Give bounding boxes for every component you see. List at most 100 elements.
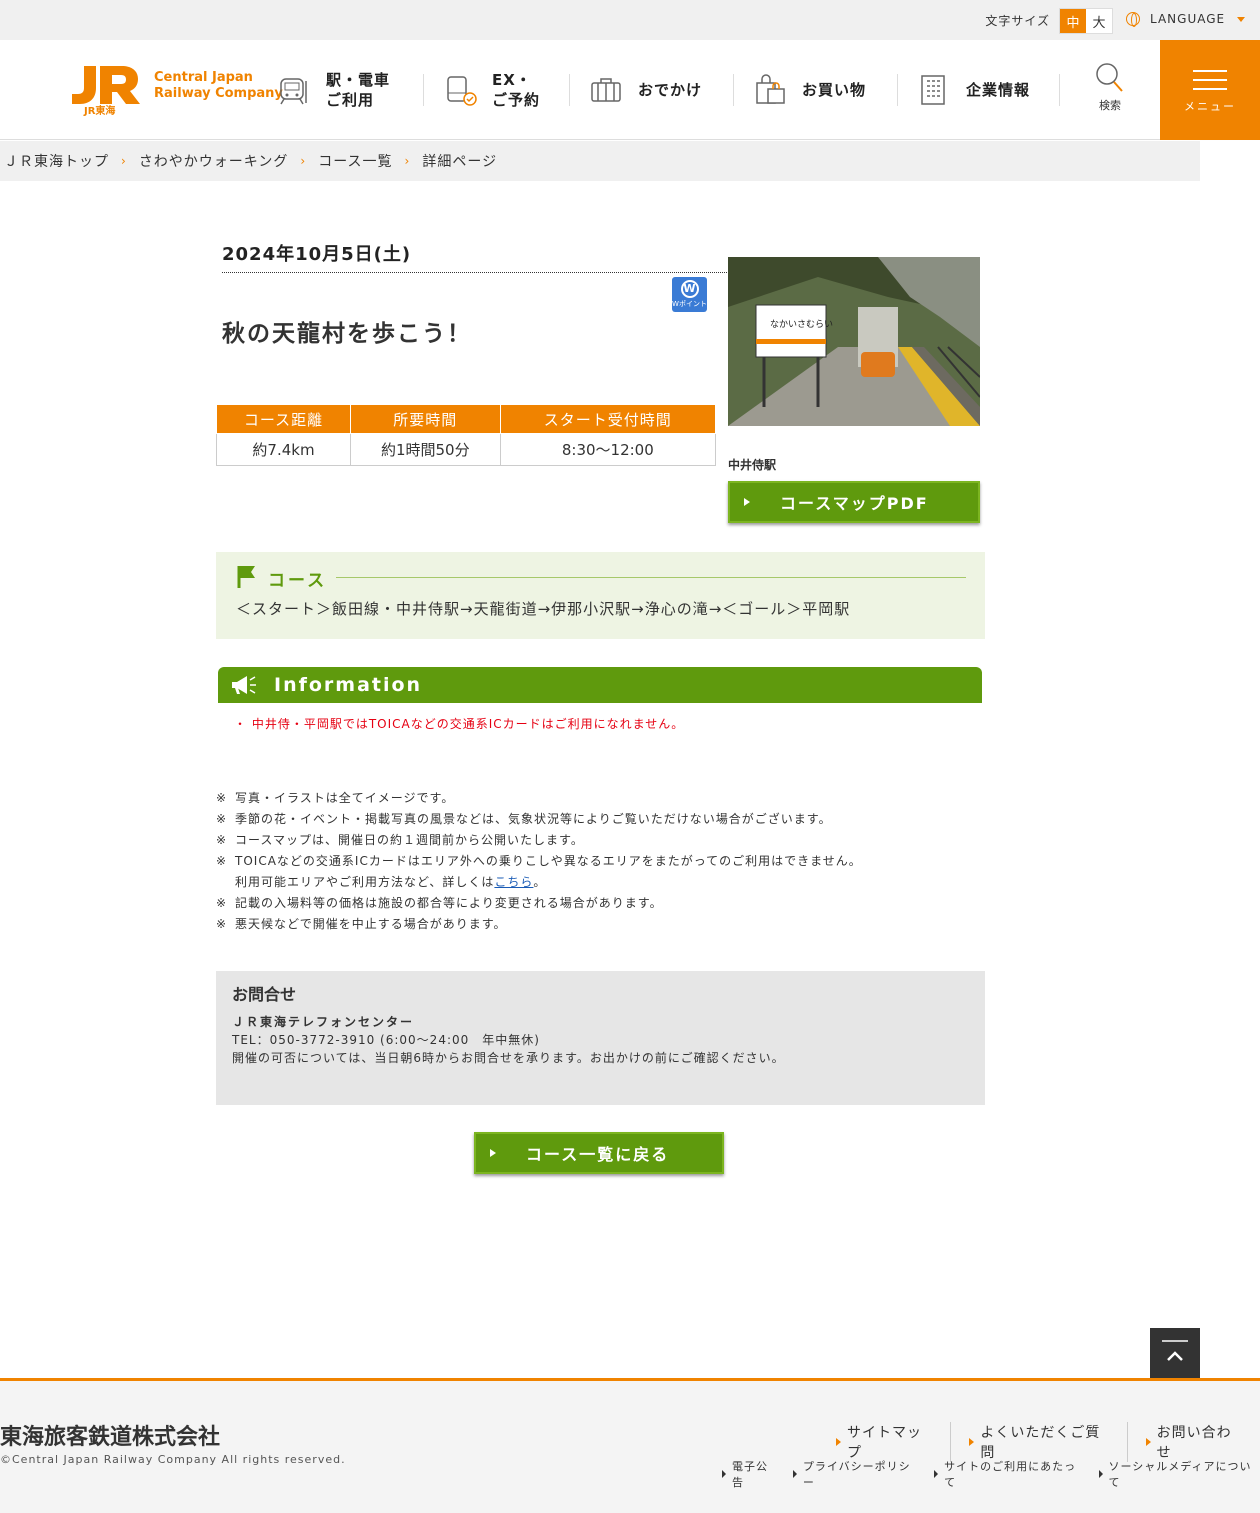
search-button[interactable]: 検索 [1086,62,1134,113]
language-selector[interactable]: LANGUAGE [1126,12,1246,27]
shopping-bag-icon [756,74,785,104]
back-button-label: コース一覧に戻る [526,1145,670,1164]
triangle-right-icon [1145,1438,1151,1446]
table-header: 所要時間 [349,404,501,434]
copyright: ©Central Japan Railway Company All right… [0,1453,346,1466]
svg-text:なかいさむらい: なかいさむらい [770,319,833,330]
footer-link-privacy[interactable]: プライバシーポリシー [792,1458,920,1490]
list-item: ※ コースマップは、開催日の約１週間前から公開いたします。 [216,833,584,847]
course-map-pdf-button[interactable]: コースマップPDF [728,481,980,523]
train-icon [280,78,307,105]
list-item: ※ 写真・イラストは全てイメージです。 [216,791,455,805]
nav-station-train[interactable]: 駅・電車 ご利用 [278,40,390,140]
toica-details-link[interactable]: こちら [494,875,533,889]
nav-divider [569,74,570,106]
nav-label: EX・ ご予約 [492,71,541,109]
chevron-right-icon: › [300,154,307,168]
triangle-right-icon [836,1438,841,1446]
chevron-right-icon: › [404,154,411,168]
footer-sub-links: 電子公告 プライバシーポリシー サイトのご利用にあたって ソーシャルメディアにつ… [722,1458,1260,1490]
triangle-right-icon [934,1470,939,1478]
ticket-check-icon [447,76,477,106]
contact-heading: お問合せ [232,985,297,1004]
triangle-right-icon [792,1470,797,1478]
table-cell: 約1時間50分 [349,433,501,466]
breadcrumb-current: 詳細ページ [422,154,498,170]
triangle-right-icon [722,1470,726,1478]
divider [336,577,966,578]
footer-link-public-notice[interactable]: 電子公告 [722,1458,779,1490]
search-label: 検索 [1099,99,1121,112]
search-icon [1096,63,1123,92]
footer-main-links: サイトマップ よくいただくご質問 お問い合わせ [836,1422,1260,1462]
menu-label: メニュー [1184,100,1236,113]
language-label: LANGUAGE [1150,12,1226,26]
table-cell: 約7.4km [216,433,351,466]
list-item: ※ 悪天候などで開催を中止する場合があります。 [216,917,507,931]
nav-corporate[interactable]: 企業情報 [918,40,1030,140]
megaphone-icon [232,676,256,694]
footer-link-terms[interactable]: サイトのご利用にあたって [934,1458,1084,1490]
course-route: ＜スタート＞飯田線・中井侍駅→天龍街道→伊那小沢駅→浄心の滝→＜ゴール＞平岡駅 [236,600,851,618]
font-size-medium-button[interactable]: 中 [1060,9,1086,33]
triangle-right-icon [969,1438,975,1446]
nav-ex-reservation[interactable]: EX・ ご予約 [444,40,540,140]
event-title: 秋の天龍村を歩こう！ [222,321,472,347]
corporate-name: 東海旅客鉄道株式会社 [0,1425,221,1450]
footer-link-sitemap[interactable]: サイトマップ [836,1422,952,1462]
nav-label: 駅・電車 ご利用 [326,71,391,109]
contact-tel: TEL：050-3772-3910 (6:00〜24:00 年中無休) [232,1033,540,1047]
contact-box: お問合せ ＪＲ東海テレフォンセンター TEL：050-3772-3910 (6:… [216,971,985,1105]
play-arrow-icon [490,1149,496,1157]
nav-divider [733,74,734,106]
breadcrumb-course-list[interactable]: コース一覧 [314,151,396,171]
nav-divider [423,74,424,106]
station-photo: なかいさむらい [728,257,980,426]
notes-list: ※ 写真・イラストは全てイメージです。 ※ 季節の花・イベント・掲載写真の風景などは… [216,788,862,935]
nav-divider [1059,74,1060,106]
menu-button[interactable]: メニュー [1160,40,1260,140]
photo-caption: 中井侍駅 [728,458,777,472]
list-item: ※ 季節の花・イベント・掲載写真の風景などは、気象状況等によりご覧いただけない場合… [216,812,832,826]
suitcase-icon [591,78,621,102]
breadcrumb-home[interactable]: ＪＲ東海トップ [0,151,113,171]
font-size-switcher: 中 大 [1059,8,1113,34]
list-item: ※ TOICAなどの交通系ICカードはエリア外への乗りこしや異なるエリアをまたがっ… [216,854,862,868]
nav-label: 企業情報 [966,81,1031,99]
caret-down-icon [1237,16,1246,22]
site-header: JR東海 Central Japan Railway Company 駅・電車 … [0,40,1260,140]
logo-text: Central Japan Railway Company [154,70,283,101]
font-size-label: 文字サイズ [985,14,1050,28]
breadcrumb-walking[interactable]: さわやかウォーキング [135,151,293,171]
flag-icon [237,566,255,588]
globe-icon [1126,12,1140,27]
footer-link-faq[interactable]: よくいただくご質問 [969,1422,1128,1462]
back-to-course-list-button[interactable]: コース一覧に戻る [474,1132,724,1174]
pdf-button-label: コースマップPDF [780,494,929,513]
footer-link-contact[interactable]: お問い合わせ [1145,1422,1260,1462]
w-point-icon: W [680,280,699,298]
jr-central-logo[interactable]: JR東海 [70,64,140,116]
course-section: コース ＜スタート＞飯田線・中井侍駅→天龍街道→伊那小沢駅→浄心の滝→＜ゴール＞… [216,552,985,639]
information-heading: Information [274,674,423,696]
breadcrumb: ＪＲ東海トップ › さわやかウォーキング › コース一覧 › 詳細ページ [0,141,1200,181]
event-date: 2024年10月5日(土) [222,240,727,273]
building-icon [921,75,945,105]
play-arrow-icon [744,498,750,506]
w-point-label: Wポイント [672,300,707,308]
back-to-top-button[interactable] [1150,1328,1200,1378]
table-cell: 8:30〜12:00 [499,433,717,466]
w-point-badge: W Wポイント [672,277,707,312]
information-header: Information [218,667,982,703]
footer-link-social-media[interactable]: ソーシャルメディアについて [1098,1458,1260,1490]
hamburger-icon [1193,70,1227,90]
nav-label: お買い物 [802,81,867,99]
font-size-large-button[interactable]: 大 [1086,9,1112,33]
nav-shopping[interactable]: お買い物 [754,40,866,140]
chevron-up-icon [1162,1340,1188,1361]
information-note: ・ 中井侍・平岡駅ではTOICAなどの交通系ICカードはご利用になれません。 [234,717,685,731]
list-item: 利用可能エリアやご利用方法など、詳しくはこちら。 [235,875,547,889]
contact-name: ＪＲ東海テレフォンセンター [232,1015,415,1029]
table-header: コース距離 [216,404,351,434]
nav-outing[interactable]: おでかけ [590,40,702,140]
